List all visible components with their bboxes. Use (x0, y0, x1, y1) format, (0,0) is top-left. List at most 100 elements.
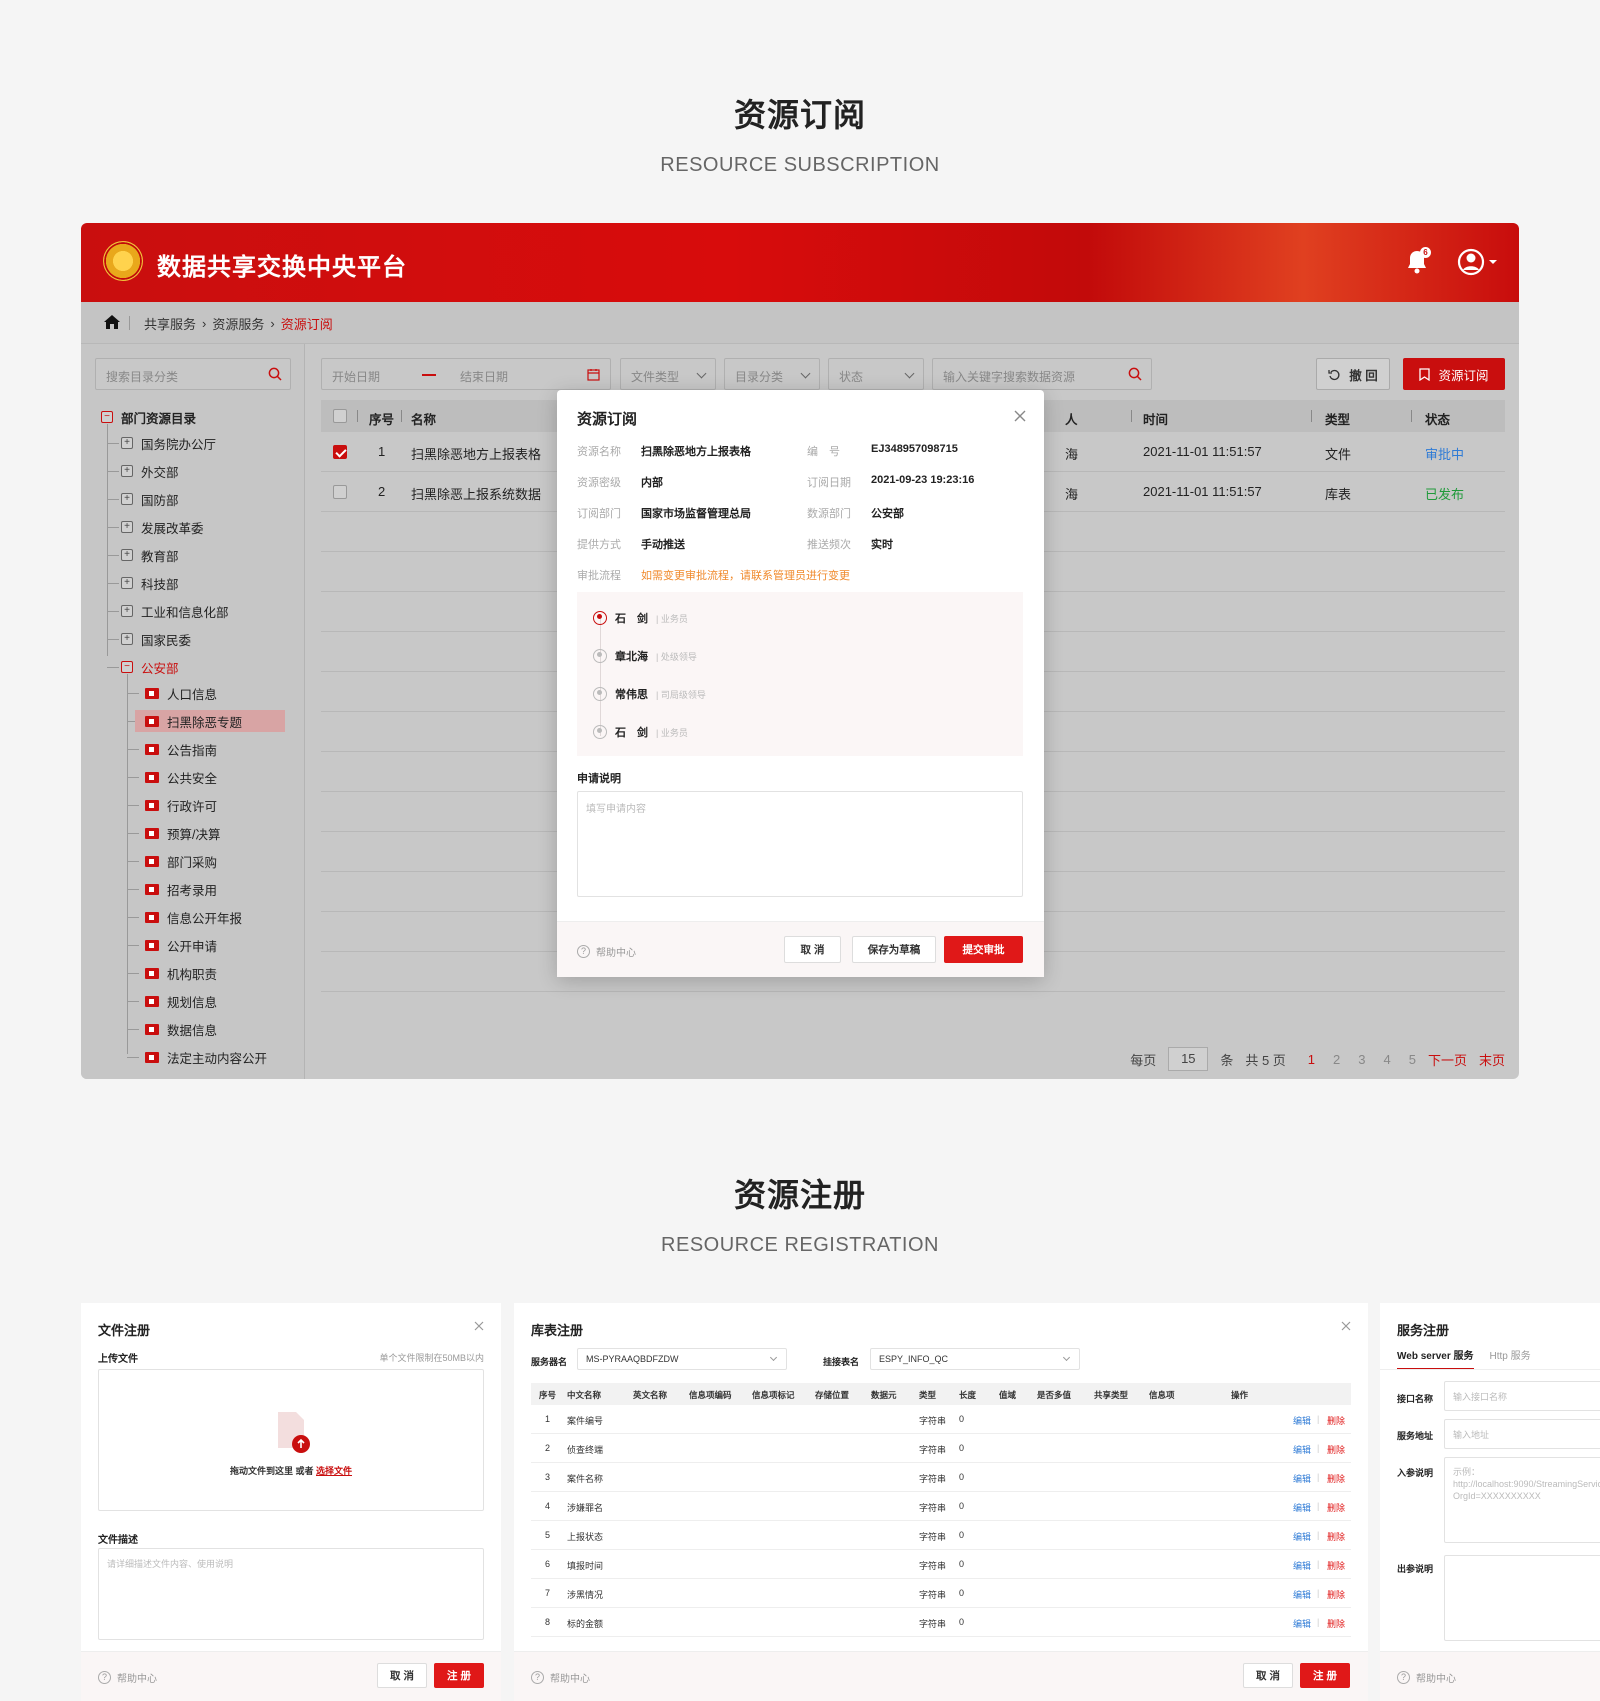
tree-dept-4[interactable]: + 教育部 (121, 544, 179, 566)
collapse-icon[interactable]: − (121, 661, 133, 673)
tree-dept-5[interactable]: + 科技部 (121, 572, 179, 594)
tree-dept-6[interactable]: + 工业和信息化部 (121, 600, 229, 622)
help-center-link[interactable]: ? 帮助中心 (98, 1670, 157, 1685)
tab-web-server[interactable]: Web server 服务 (1397, 1347, 1474, 1370)
expand-icon[interactable]: + (121, 605, 133, 617)
catalog-select[interactable]: 目录分类 (724, 358, 820, 390)
edit-link[interactable]: 编辑 (1293, 1414, 1311, 1427)
table-name-select[interactable]: ESPY_INFO_QC (870, 1348, 1080, 1370)
delete-link[interactable]: 删除 (1327, 1472, 1345, 1485)
next-page-link[interactable]: 下一页 (1428, 1050, 1467, 1069)
breadcrumb-item-shared[interactable]: 共享服务 (144, 314, 196, 333)
edit-link[interactable]: 编辑 (1293, 1443, 1311, 1456)
search-icon[interactable] (268, 367, 282, 381)
address-input[interactable]: 输入地址 (1444, 1419, 1600, 1449)
last-page-link[interactable]: 末页 (1479, 1050, 1505, 1069)
page-3[interactable]: 3 (1358, 1052, 1365, 1067)
delete-link[interactable]: 删除 (1327, 1530, 1345, 1543)
page-5[interactable]: 5 (1409, 1052, 1416, 1067)
api-name-input[interactable]: 输入接口名称 (1444, 1381, 1600, 1411)
delete-link[interactable]: 删除 (1327, 1588, 1345, 1601)
delete-link[interactable]: 删除 (1327, 1559, 1345, 1572)
delete-link[interactable]: 删除 (1327, 1501, 1345, 1514)
apply-textarea[interactable]: 填写申请内容 (577, 791, 1023, 897)
page-4[interactable]: 4 (1384, 1052, 1391, 1067)
tree-dept-7[interactable]: + 国家民委 (121, 628, 191, 650)
expand-icon[interactable]: + (121, 493, 133, 505)
delete-link[interactable]: 删除 (1327, 1617, 1345, 1630)
home-icon[interactable] (103, 314, 121, 330)
revoke-button[interactable]: 撤 回 (1316, 358, 1390, 390)
tree-dept-expanded[interactable]: − 公安部 (121, 656, 179, 678)
page-2[interactable]: 2 (1333, 1052, 1340, 1067)
tab-http[interactable]: Http 服务 (1490, 1347, 1531, 1370)
user-menu[interactable] (1457, 247, 1501, 277)
expand-icon[interactable]: + (121, 437, 133, 449)
row-name[interactable]: 扫黑除恶地方上报表格 (411, 444, 541, 463)
edit-link[interactable]: 编辑 (1293, 1617, 1311, 1630)
input-params-textarea[interactable]: 示例： http://localhost:9090/StreamingServi… (1444, 1457, 1600, 1543)
close-icon[interactable] (1341, 1321, 1351, 1331)
submit-approval-button[interactable]: 提交审批 (944, 936, 1023, 963)
delete-link[interactable]: 删除 (1327, 1414, 1345, 1427)
cancel-button[interactable]: 取 消 (377, 1663, 427, 1688)
edit-link[interactable]: 编辑 (1293, 1501, 1311, 1514)
tree-item-11[interactable]: 规划信息 (145, 990, 217, 1012)
bell-icon[interactable]: 6 (1405, 247, 1431, 275)
tree-item-5[interactable]: 预算/决算 (145, 822, 220, 844)
edit-link[interactable]: 编辑 (1293, 1530, 1311, 1543)
file-type-select[interactable]: 文件类型 (620, 358, 716, 390)
edit-link[interactable]: 编辑 (1293, 1559, 1311, 1572)
select-all-checkbox[interactable] (333, 409, 347, 423)
register-button[interactable]: 注 册 (434, 1663, 484, 1688)
select-file-link[interactable]: 选择文件 (316, 1466, 352, 1476)
file-drop-zone[interactable]: 拖动文件到这里 或者 选择文件 (98, 1369, 484, 1511)
tree-item-6[interactable]: 部门采购 (145, 850, 217, 872)
save-draft-button[interactable]: 保存为草稿 (852, 936, 936, 963)
page-1[interactable]: 1 (1308, 1052, 1315, 1067)
expand-icon[interactable]: + (121, 577, 133, 589)
tree-item-1[interactable]: 扫黑除恶专题 (135, 710, 285, 732)
expand-icon[interactable]: + (121, 521, 133, 533)
tree-item-7[interactable]: 招考录用 (145, 878, 217, 900)
subscribe-button[interactable]: 资源订阅 (1403, 358, 1505, 390)
cancel-button[interactable]: 取 消 (1243, 1663, 1293, 1688)
tree-item-4[interactable]: 行政许可 (145, 794, 217, 816)
per-page-input[interactable]: 15 (1168, 1047, 1209, 1071)
tree-item-2[interactable]: 公告指南 (145, 738, 217, 760)
tree-item-13[interactable]: 法定主动内容公开 (145, 1046, 267, 1068)
edit-link[interactable]: 编辑 (1293, 1588, 1311, 1601)
row-name[interactable]: 扫黑除恶上报系统数据 (411, 484, 541, 503)
search-icon[interactable] (1128, 367, 1142, 381)
tree-dept-0[interactable]: + 国务院办公厅 (121, 432, 216, 454)
edit-link[interactable]: 编辑 (1293, 1472, 1311, 1485)
status-select[interactable]: 状态 (828, 358, 924, 390)
date-range-picker[interactable]: 开始日期 结束日期 (321, 358, 611, 390)
tree-item-3[interactable]: 公共安全 (145, 766, 217, 788)
delete-link[interactable]: 删除 (1327, 1443, 1345, 1456)
row-checkbox[interactable] (333, 485, 347, 499)
tree-item-9[interactable]: 公开申请 (145, 934, 217, 956)
tree-item-0[interactable]: 人口信息 (145, 682, 217, 704)
expand-icon[interactable]: + (121, 549, 133, 561)
register-button[interactable]: 注 册 (1300, 1663, 1350, 1688)
help-center-link[interactable]: ? 帮助中心 (1397, 1670, 1456, 1685)
catalog-search-input[interactable]: 搜索目录分类 (95, 358, 291, 390)
close-icon[interactable] (1014, 410, 1026, 422)
tree-dept-2[interactable]: + 国防部 (121, 488, 179, 510)
tree-root[interactable]: − 部门资源目录 (101, 406, 196, 428)
help-center-link[interactable]: ? 帮助中心 (531, 1670, 590, 1685)
tree-item-8[interactable]: 信息公开年报 (145, 906, 242, 928)
expand-icon[interactable]: + (121, 465, 133, 477)
tree-item-12[interactable]: 数据信息 (145, 1018, 217, 1040)
desc-textarea[interactable]: 请详细描述文件内容、使用说明 (98, 1548, 484, 1640)
expand-icon[interactable]: + (121, 633, 133, 645)
tree-dept-3[interactable]: + 发展改革委 (121, 516, 204, 538)
row-checkbox[interactable] (333, 445, 347, 459)
tree-item-10[interactable]: 机构职责 (145, 962, 217, 984)
server-select[interactable]: MS-PYRAAQBDFZDW (577, 1348, 787, 1370)
tree-dept-1[interactable]: + 外交部 (121, 460, 179, 482)
collapse-icon[interactable]: − (101, 411, 113, 423)
output-params-textarea[interactable] (1444, 1555, 1600, 1641)
keyword-search-input[interactable]: 输入关键字搜索数据资源 (932, 358, 1152, 390)
